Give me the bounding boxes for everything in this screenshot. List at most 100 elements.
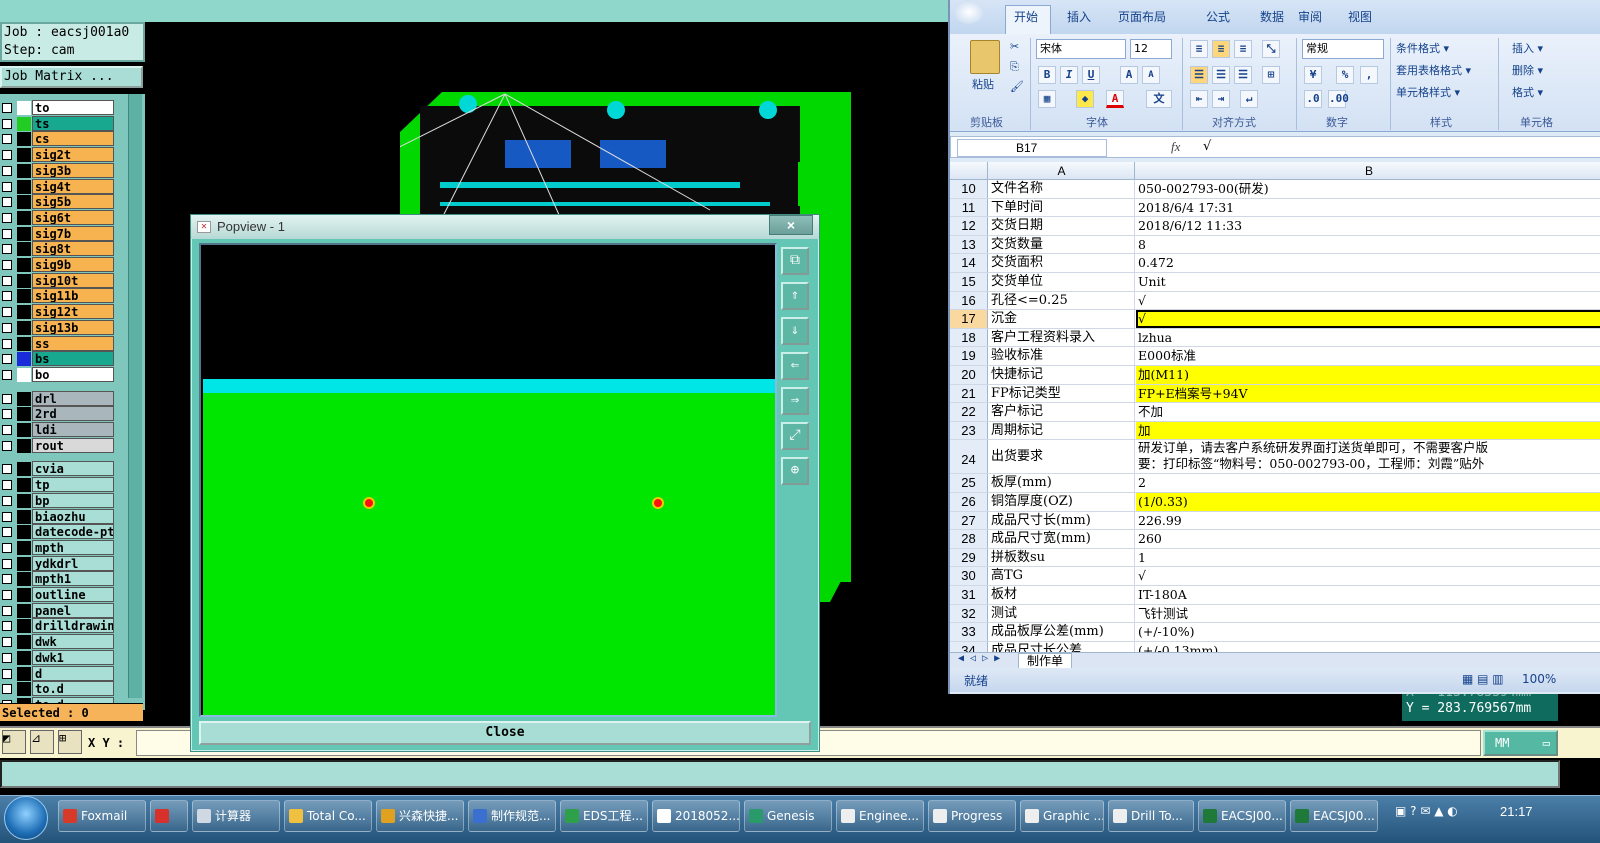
copy-icon[interactable]: ⎘ <box>1010 60 1019 74</box>
layer-list-scrollbar[interactable] <box>128 94 142 698</box>
layer-row[interactable]: ss <box>0 335 116 352</box>
layer-checkbox[interactable] <box>2 495 12 506</box>
cell-a[interactable]: 板材 <box>989 586 1135 604</box>
cell-b[interactable]: 2 <box>1136 474 1600 492</box>
popview-tool-icon[interactable]: ⤢ <box>781 422 809 450</box>
layer-row[interactable]: sig10t <box>0 272 116 289</box>
unit-select[interactable]: MM ▭ <box>1483 730 1558 756</box>
layer-row[interactable]: sig2t <box>0 147 116 163</box>
shrink-font-icon[interactable]: A <box>1142 66 1160 84</box>
cut-icon[interactable]: ✂ <box>1010 40 1019 53</box>
layer-row[interactable]: ydkdrl <box>0 555 116 572</box>
layer-name[interactable]: drilldrawing <box>32 618 114 634</box>
view-mode-icons[interactable]: ▦ ▤ ▥ <box>1462 672 1504 686</box>
cell-a[interactable]: 交货日期 <box>989 217 1135 235</box>
layer-row[interactable]: drilldrawing <box>0 618 116 634</box>
align-left-icon[interactable]: ☰ <box>1190 66 1208 84</box>
cell-a[interactable]: 交货数量 <box>989 235 1135 254</box>
popview-tool-icon[interactable]: ⇒ <box>781 387 809 415</box>
layer-checkbox[interactable] <box>2 440 12 451</box>
cell-b[interactable]: 研发订单，请去客户系统研发界面打送货单即可，不需要客户版 要：打印标签“物料号：0… <box>1136 440 1600 473</box>
layer-row[interactable]: biaozhu <box>0 508 116 525</box>
text-orientation-icon[interactable]: ⤡ <box>1262 40 1280 58</box>
layer-name[interactable]: sig5b <box>32 194 114 210</box>
layer-name[interactable]: datecode-pte <box>32 524 114 540</box>
layer-row[interactable]: rout <box>0 437 116 454</box>
taskbar-button[interactable]: EDS工程... <box>560 800 648 832</box>
row-header[interactable]: 21 <box>950 384 988 403</box>
cell-a[interactable]: 铜箔厚度(OZ) <box>989 493 1135 511</box>
popview-tool-icon[interactable]: ⇓ <box>781 317 809 345</box>
row-header[interactable]: 17 <box>950 310 988 328</box>
zoom-level[interactable]: 100% <box>1522 672 1556 686</box>
layer-checkbox[interactable] <box>2 425 12 435</box>
layer-name[interactable]: ss <box>32 335 114 351</box>
cell-b[interactable]: 飞针测试 <box>1136 605 1600 623</box>
currency-icon[interactable]: ¥ <box>1304 66 1322 84</box>
row-header[interactable]: 10 <box>950 180 988 198</box>
cell-b[interactable]: 8 <box>1136 236 1600 254</box>
layer-row[interactable]: ts <box>0 115 116 132</box>
row-header[interactable]: 19 <box>950 347 988 365</box>
layer-name[interactable]: drl <box>32 390 114 406</box>
cell-a[interactable]: 沉金 <box>989 310 1135 328</box>
align-top-icon[interactable]: ≡ <box>1190 40 1208 58</box>
select-all-corner[interactable] <box>950 162 988 180</box>
taskbar-button[interactable]: Foxmail <box>58 800 146 832</box>
popview-tool-icon[interactable]: ⇑ <box>781 282 809 310</box>
taskbar-button[interactable] <box>150 800 188 832</box>
cell-a[interactable]: 成品尺寸长(mm) <box>989 511 1135 530</box>
column-header-a[interactable]: A <box>989 162 1135 180</box>
popview-tool-icon[interactable]: ⇐ <box>781 352 809 380</box>
row-header[interactable]: 18 <box>950 328 988 347</box>
row-header[interactable]: 16 <box>950 291 988 310</box>
decrease-indent-icon[interactable]: ⇤ <box>1190 90 1208 108</box>
layer-name[interactable]: cs <box>32 131 114 147</box>
ribbon-tab[interactable]: 审阅 <box>1298 8 1322 25</box>
cell-a[interactable]: 客户工程资料录入 <box>989 328 1135 347</box>
row-header[interactable]: 11 <box>950 198 988 217</box>
row-header[interactable]: 33 <box>950 623 988 641</box>
bold-icon[interactable]: B <box>1038 66 1056 84</box>
layer-name[interactable]: sig2t <box>32 147 114 163</box>
layer-name[interactable]: 2rd <box>32 406 114 422</box>
popview-tool-icon[interactable]: ⊕ <box>781 457 809 485</box>
taskbar-button[interactable]: 计算器 <box>192 800 280 832</box>
taskbar-button[interactable]: EACSJ00... <box>1198 800 1286 832</box>
layer-row[interactable]: d <box>0 665 116 682</box>
layer-checkbox[interactable] <box>2 228 12 239</box>
layer-name[interactable]: panel <box>32 602 114 618</box>
layer-row[interactable]: dwk <box>0 634 116 650</box>
layer-name[interactable]: ts <box>32 115 114 131</box>
layer-checkbox[interactable] <box>2 212 12 223</box>
taskbar-button[interactable]: 2018052... <box>652 800 740 832</box>
layer-row[interactable]: cs <box>0 131 116 147</box>
layer-name[interactable]: rout <box>32 437 114 453</box>
layer-checkbox[interactable] <box>2 574 12 585</box>
layer-row[interactable]: sig12t <box>0 304 116 320</box>
layer-checkbox[interactable] <box>2 275 12 286</box>
popview-tool-icon[interactable]: ⧉ <box>781 247 809 275</box>
delete-cells-button[interactable]: 删除 ▾ <box>1512 62 1543 78</box>
cell-b[interactable]: √ <box>1136 310 1600 328</box>
taskbar-button[interactable]: Drill To... <box>1108 800 1194 832</box>
row-header[interactable]: 34 <box>950 641 988 652</box>
cell-b[interactable]: 0.472 <box>1136 254 1600 272</box>
align-middle-icon[interactable]: ≡ <box>1212 40 1230 58</box>
layer-name[interactable]: sig10t <box>32 272 114 288</box>
layer-row[interactable]: cvia <box>0 461 116 477</box>
layer-checkbox[interactable] <box>2 511 12 522</box>
row-header[interactable]: 15 <box>950 273 988 291</box>
layer-row[interactable]: to.d <box>0 681 116 697</box>
ribbon-tab[interactable]: 开始 <box>1014 8 1038 25</box>
font-name-select[interactable]: 宋体 <box>1036 39 1126 59</box>
border-icon[interactable]: ▦ <box>1038 90 1056 108</box>
cell-a[interactable]: 高TG <box>989 567 1135 585</box>
layer-name[interactable]: sig3b <box>32 162 114 178</box>
row-header[interactable]: 30 <box>950 567 988 585</box>
ribbon-tab[interactable]: 公式 <box>1206 8 1230 25</box>
row-header[interactable]: 31 <box>950 586 988 604</box>
row-header[interactable]: 24 <box>950 440 988 474</box>
cell-b[interactable]: 2018/6/12 11:33 <box>1136 217 1600 235</box>
cell-a[interactable]: 出货要求 <box>989 440 1135 474</box>
